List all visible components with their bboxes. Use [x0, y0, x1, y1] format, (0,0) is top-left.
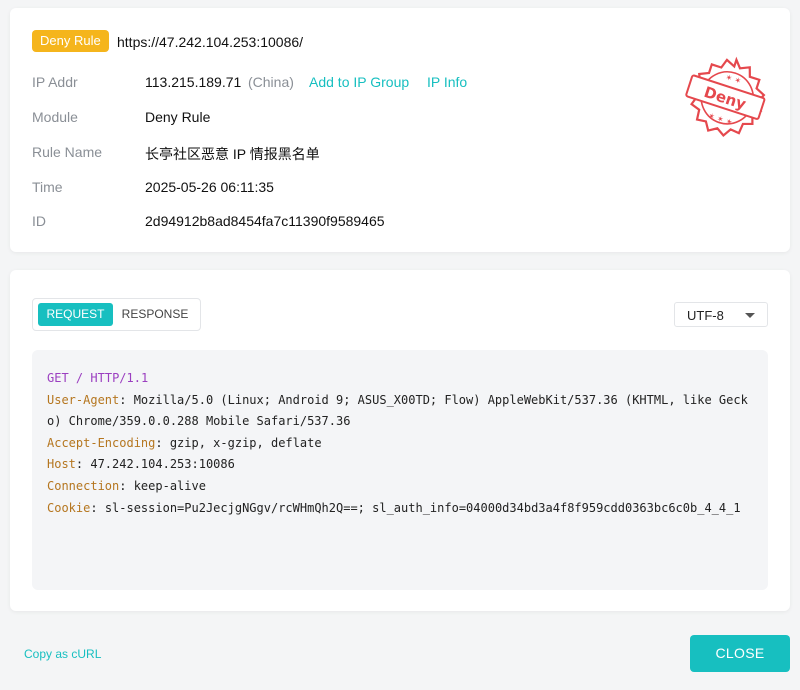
rule-name-label: Rule Name [32, 144, 103, 160]
tab-response[interactable]: RESPONSE [115, 303, 195, 326]
ip-value: 113.215.189.71 [145, 74, 242, 90]
event-summary-card: Deny Rule https://47.242.104.253:10086/ … [10, 8, 790, 252]
header-line: Accept-Encoding: gzip, x-gzip, deflate [47, 435, 322, 450]
header-value: 47.242.104.253:10086 [90, 457, 235, 472]
request-method: GET [47, 371, 69, 385]
request-path: / [75, 371, 84, 385]
header-line: User-Agent: Mozilla/5.0 (Linux; Android … [47, 392, 748, 429]
close-button[interactable]: CLOSE [690, 635, 790, 672]
request-raw-view: GET / HTTP/1.1 User-Agent: Mozilla/5.0 (… [32, 350, 768, 590]
header-line: Connection: keep-alive [47, 478, 206, 493]
http-detail-card: REQUEST RESPONSE UTF-8 GET / HTTP/1.1 Us… [10, 270, 790, 611]
header-value: gzip, x-gzip, deflate [169, 435, 322, 450]
time-label: Time [32, 179, 63, 195]
deny-stamp-icon: Deny ✶ ✶ ✶ ✶ ✶ [685, 56, 766, 138]
request-url: https://47.242.104.253:10086/ [117, 34, 304, 50]
ip-country: (China) [248, 74, 294, 90]
id-label: ID [32, 213, 46, 229]
action-badge: Deny Rule [32, 30, 109, 52]
header-name: Connection [47, 478, 120, 493]
encoding-value: UTF-8 [687, 308, 724, 323]
header-name: Accept-Encoding [47, 435, 156, 450]
time-value: 2025-05-26 06:11:35 [145, 179, 274, 195]
add-to-ip-group-link[interactable]: Add to IP Group [309, 74, 409, 90]
chevron-down-icon [745, 313, 755, 318]
header-value: Mozilla/5.0 (Linux; Android 9; ASUS_X00T… [47, 392, 748, 429]
id-value: 2d94912b8ad8454fa7c11390f9589465 [145, 213, 385, 229]
copy-as-curl-link[interactable]: Copy as cURL [24, 647, 101, 661]
request-line: GET / HTTP/1.1 [47, 368, 754, 390]
encoding-select[interactable]: UTF-8 [674, 302, 768, 327]
header-value: sl-session=Pu2JecjgNGgv/rcWHmQh2Q==; sl_… [104, 500, 741, 515]
tab-request[interactable]: REQUEST [38, 303, 113, 326]
request-response-tabs: REQUEST RESPONSE [32, 298, 201, 331]
header-name: User-Agent [47, 392, 120, 407]
module-label: Module [32, 109, 78, 125]
svg-text:✶ ✶ ✶: ✶ ✶ ✶ [707, 111, 734, 127]
header-name: Cookie [47, 500, 91, 515]
header-line: Host: 47.242.104.253:10086 [47, 457, 235, 472]
header-name: Host [47, 457, 76, 472]
header-value: keep-alive [133, 478, 206, 493]
rule-name-value: 长亭社区恶意 IP 情报黑名单 [145, 146, 320, 162]
ip-info-link[interactable]: IP Info [427, 74, 467, 90]
request-protocol: HTTP/1.1 [90, 371, 149, 385]
module-value: Deny Rule [145, 109, 211, 125]
header-line: Cookie: sl-session=Pu2JecjgNGgv/rcWHmQh2… [47, 500, 741, 515]
ip-label: IP Addr [32, 74, 78, 90]
